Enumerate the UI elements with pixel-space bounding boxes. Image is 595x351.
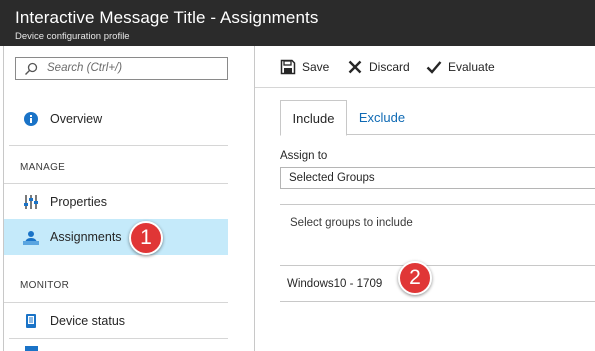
properties-icon: [24, 195, 38, 209]
next-item-icon: [25, 346, 38, 351]
section-title-monitor: MONITOR: [20, 280, 70, 291]
divider: [280, 301, 595, 302]
divider: [9, 145, 228, 146]
assignments-icon: [23, 231, 39, 245]
callout-badge-2: 2: [398, 261, 432, 295]
checkmark-icon: [426, 61, 442, 74]
toolbar: Save Discard Evaluate: [255, 46, 595, 88]
save-button[interactable]: Save: [280, 58, 330, 76]
sidebar-item-label: Properties: [50, 195, 107, 209]
device-status-icon: [26, 314, 36, 328]
save-label: Save: [302, 60, 330, 74]
sidebar: Search (Ctrl+/) Overview MANAGE Properti…: [4, 46, 254, 351]
discard-button[interactable]: Discard: [347, 58, 413, 76]
page-title: Interactive Message Title - Assignments: [15, 8, 319, 27]
search-placeholder: Search (Ctrl+/): [47, 62, 123, 74]
title-bar: Interactive Message Title - Assignments …: [0, 0, 595, 46]
assign-to-value: Selected Groups: [289, 172, 375, 184]
select-groups-link[interactable]: Select groups to include: [290, 217, 413, 229]
group-list-item[interactable]: Windows10 - 1709: [287, 278, 382, 290]
divider: [280, 265, 595, 266]
assign-to-label: Assign to: [280, 150, 328, 162]
tab-include[interactable]: Include: [280, 100, 347, 136]
evaluate-label: Evaluate: [448, 60, 495, 74]
close-icon: [348, 60, 362, 74]
tab-bar: Include Exclude: [280, 100, 595, 136]
search-icon: [25, 62, 38, 75]
divider: [9, 338, 228, 339]
sidebar-item-device-status[interactable]: Device status: [4, 302, 228, 338]
callout-badge-1: 1: [129, 221, 163, 255]
page-subtitle: Device configuration profile: [15, 31, 130, 42]
save-icon: [280, 59, 296, 75]
sidebar-item-label: Assignments: [50, 230, 122, 244]
sidebar-item-properties[interactable]: Properties: [4, 183, 228, 219]
sidebar-item-label: Overview: [50, 112, 103, 126]
section-title-manage: MANAGE: [20, 162, 66, 173]
assign-to-dropdown[interactable]: Selected Groups: [280, 167, 595, 189]
sidebar-item-label: Device status: [50, 314, 126, 328]
main-panel: Save Discard Evaluate Include Exclude As…: [255, 46, 595, 351]
search-input[interactable]: Search (Ctrl+/): [15, 57, 228, 80]
evaluate-button[interactable]: Evaluate: [426, 58, 496, 76]
sidebar-item-assignments[interactable]: Assignments: [4, 219, 228, 255]
divider: [280, 204, 595, 205]
sidebar-item-overview[interactable]: Overview: [4, 101, 228, 137]
discard-label: Discard: [369, 60, 410, 74]
info-icon: [24, 112, 38, 126]
tab-exclude[interactable]: Exclude: [347, 100, 417, 135]
